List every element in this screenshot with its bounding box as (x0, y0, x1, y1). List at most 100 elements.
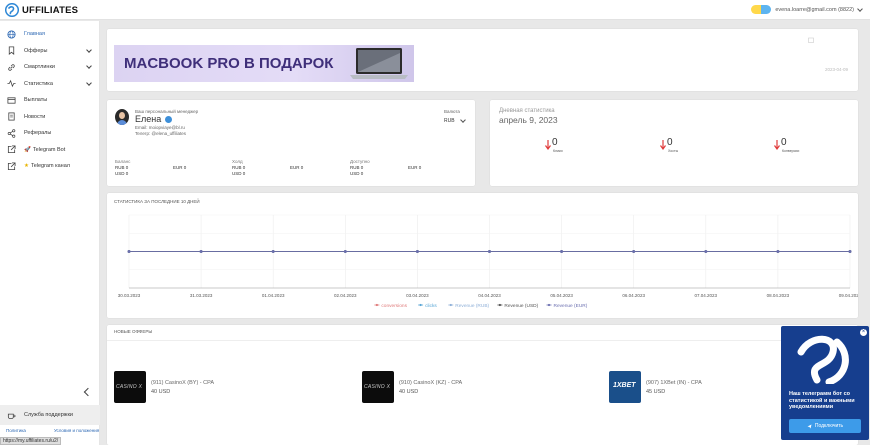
news-icon (8, 112, 15, 121)
uffiliates-logo-icon (797, 335, 849, 384)
sidebar-item-offers[interactable]: Офферы (0, 43, 99, 60)
x-tick-label: 09.04.2023 (839, 293, 858, 298)
support-button[interactable]: Служба поддержки (0, 405, 100, 425)
manager-telegram[interactable]: @elena_uffiliates (152, 131, 187, 136)
sidebar-item-label: Telegram канал (30, 163, 70, 170)
balance-eur: EUR 0 (173, 165, 187, 170)
external-link-icon (7, 162, 16, 170)
x-tick-label: 01.04.2023 (262, 293, 285, 298)
user-avatar-icon (751, 5, 772, 14)
available-column: Доступно RUB 0 USD 0 (350, 159, 370, 177)
x-tick-label: 08.04.2023 (767, 293, 790, 298)
sidebar-item-payouts[interactable]: Выплаты (0, 92, 99, 109)
legend-label: clicks (425, 303, 437, 309)
stat-label: Хосты (668, 149, 679, 153)
collapse-sidebar-icon[interactable] (83, 387, 93, 397)
offer-title: (911) CasinoX (BY) - CPA (151, 380, 215, 386)
bookmark-icon (8, 46, 15, 56)
data-point (416, 250, 419, 253)
sidebar-item-news[interactable]: Новости (0, 109, 99, 126)
manager-avatar (115, 109, 129, 125)
support-label: Служба поддержки (24, 412, 73, 418)
user-email: evena.loarre@gmail.com (8822) (775, 6, 854, 13)
legend-marker (419, 303, 422, 307)
legend-label: conversions (381, 303, 407, 309)
link-icon (8, 64, 15, 71)
x-tick-label: 06.04.2023 (622, 293, 645, 298)
sidebar-item-label: Главная (24, 31, 45, 38)
manager-email-label: Email: (135, 125, 148, 130)
balance-eur-column: EUR 0 (173, 159, 186, 171)
balance-column: Баланс RUB 0 USD 0 (115, 159, 130, 177)
legend-marker (449, 303, 452, 307)
offers-card: НОВЫЕ ОФФЕРЫ CASINO X (911) CasinoX (BY)… (107, 325, 858, 445)
promo-banner[interactable]: MACBOOK PRO В ПОДАРОК (114, 45, 414, 82)
telegram-icon[interactable] (165, 115, 173, 123)
manager-card: Ваш персональный менеджер Елена Email: m… (107, 100, 475, 186)
sidebar: Главная Офферы Смартлинки Статистика Вып… (0, 21, 100, 445)
line-chart[interactable]: 30.03.2023 31.03.2023 01.04.2023 02.04.2023… (107, 193, 858, 318)
browser-status-url: https://my.uffiliates.ru/u2/ (0, 437, 62, 445)
offer-title: (910) CasinoX (KZ) - CPA (399, 380, 463, 386)
daily-stats-date: апрель 9, 2023 (499, 115, 558, 125)
sidebar-item-home[interactable]: Главная (0, 26, 99, 43)
sidebar-item-smartlinks[interactable]: Смартлинки (0, 59, 99, 76)
offer-price: 40 USD (399, 389, 419, 395)
legend-marker (375, 303, 378, 307)
user-menu[interactable]: evena.loarre@gmail.com (8822) (751, 5, 863, 14)
globe-icon (7, 30, 16, 39)
banner-card: MACBOOK PRO В ПОДАРОК 2023-04-09 (107, 29, 858, 91)
brand-name: UFFILIATES (22, 4, 79, 16)
offers-title: НОВЫЕ ОФФЕРЫ (114, 329, 153, 334)
sidebar-item-telegram-bot[interactable]: 🚀 Telegram Bot (0, 142, 99, 159)
chevron-down-icon (857, 5, 863, 12)
star-icon: ★ (24, 163, 29, 170)
sidebar-item-telegram-channel[interactable]: ★ Telegram канал (0, 158, 99, 175)
rocket-icon: 🚀 (24, 146, 31, 153)
data-point (127, 250, 131, 253)
x-tick-label: 04.04.2023 (478, 293, 501, 298)
footer-links: Политика Условия и положения (6, 428, 99, 433)
available-usd: USD 0 (350, 171, 364, 176)
legend-label: Revenue (EUR) (554, 303, 588, 309)
hold-column: Холд RUB 0 USD 0 (232, 159, 245, 177)
stat-label: Клики (553, 149, 563, 153)
x-tick-label: 30.03.2023 (118, 293, 141, 298)
legend-marker (547, 303, 551, 307)
laptop-image (350, 48, 408, 79)
manager-email[interactable]: moiopviaye@bl.ru (149, 125, 185, 130)
daily-stats-title: Дневная статистика (499, 108, 555, 114)
sidebar-item-statistics[interactable]: Статистика (0, 76, 99, 93)
terms-link[interactable]: Условия и положения (54, 428, 99, 433)
sidebar-item-label: Смартлинки (24, 64, 55, 71)
1xbet-logo: 1XBET (609, 371, 641, 403)
stat-value: 0 (781, 137, 787, 148)
x-tick-label: 02.04.2023 (334, 293, 357, 298)
data-point (488, 250, 491, 253)
legend-label: Revenue (RUB) (455, 303, 489, 309)
brand-logo[interactable]: UFFILIATES (5, 3, 78, 17)
legend-marker (498, 303, 501, 307)
x-tick-label: 07.04.2023 (695, 293, 718, 298)
chart-card: СТАТИСТИКА ЗА ПОСЛЕДНИЕ 10 ДНЕЙ 30.03.20… (107, 193, 858, 318)
manager-telegram-row: Teлегр: @elena_uffiliates (135, 131, 186, 136)
calendar-icon (808, 37, 814, 43)
sidebar-item-referrals[interactable]: Рефералы (0, 125, 99, 142)
currency-label: Валюта (444, 109, 460, 114)
legend-label: Revenue (USD) (504, 303, 538, 309)
close-icon[interactable]: × (860, 329, 867, 336)
policy-link[interactable]: Политика (6, 428, 26, 433)
data-point (776, 250, 780, 253)
daily-stats-card: Дневная статистика апрель 9, 2023 0 Клик… (490, 100, 858, 186)
currency-select[interactable]: RUB (444, 117, 466, 124)
data-point (199, 250, 203, 253)
casinox-logo: CASINO X (114, 371, 146, 403)
stat-label: Конверсии (782, 149, 800, 153)
manager-email-row: Email: moiopviaye@bl.ru (135, 125, 185, 130)
offer-price: 40 USD (151, 389, 171, 395)
connect-button[interactable]: Подключить (789, 419, 861, 433)
coffee-icon (7, 413, 16, 419)
card-icon (7, 97, 16, 104)
popup-text: Наш телеграмм бот со статистикой и важны… (789, 391, 855, 410)
telegram-popup: × Наш телеграмм бот со статистикой и важ… (781, 326, 869, 440)
